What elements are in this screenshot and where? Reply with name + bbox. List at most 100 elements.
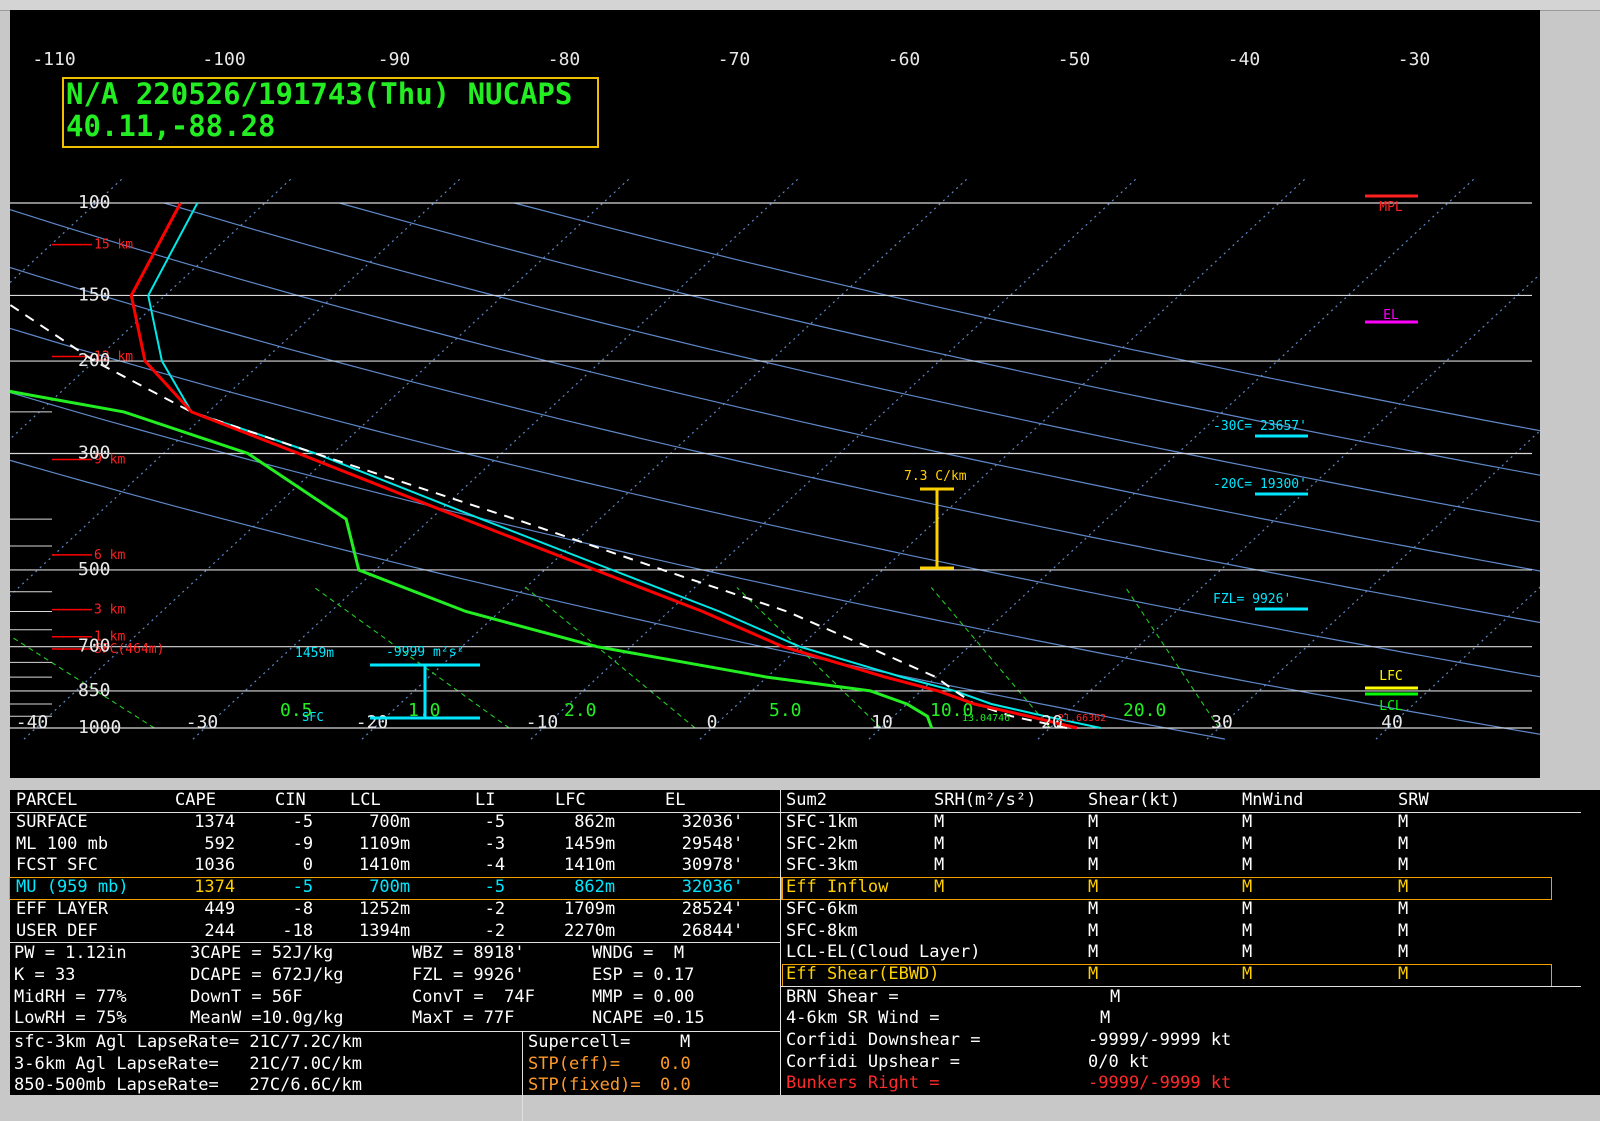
kinematic-extra-value: M: [1110, 986, 1121, 1007]
isotherm-line: [192, 178, 799, 740]
lapse-rate: 3-6km Agl LapseRate= 21C/7.0C/km: [14, 1053, 362, 1074]
virtual-temperature-profile: [147, 202, 1101, 729]
pressure-label: 150: [78, 284, 111, 305]
parcel-cell: 28524': [681, 898, 744, 919]
parcel-cell: -5: [292, 812, 314, 832]
parcel-cell: -2: [484, 898, 506, 919]
thermo-index: 3CAPE = 52J/kg: [190, 943, 334, 964]
kinematic-cell: M: [934, 833, 945, 854]
isotherm-line: [868, 178, 1475, 740]
lapse-rate: 850-500mb LapseRate= 27C/6.6C/km: [14, 1075, 362, 1096]
temperature-top-label: -80: [548, 49, 581, 70]
thermo-index: K = 33: [14, 964, 76, 985]
surface-dewpoint-label: 13.04746: [962, 713, 1010, 724]
kinematic-cell: SFC-8km: [786, 920, 858, 941]
thermo-index: DCAPE = 672J/kg: [190, 964, 344, 985]
kinematic-cell: M: [1242, 920, 1253, 941]
header-box: N/A 220526/191743(Thu) NUCAPS 40.11,-88.…: [62, 77, 599, 148]
divider: [780, 790, 781, 1095]
level-marker-label: -30C= 23657': [1213, 419, 1307, 434]
parcel-cell: FCST SFC: [16, 855, 98, 876]
kinematic-cell: M: [934, 812, 945, 832]
dry-adiabat-line: [10, 266, 1540, 624]
parcel-cell: 1410m: [359, 855, 411, 876]
parcel-cell: USER DEF: [16, 920, 98, 941]
isotherm-line: [1375, 586, 1540, 740]
kinematic-extra-value: -9999/-9999 kt: [1088, 1030, 1232, 1050]
parcel-cell: 862m: [574, 812, 616, 832]
parcel-cell: 29548': [681, 833, 744, 854]
header-line-1: N/A 220526/191743(Thu) NUCAPS: [66, 77, 572, 111]
thermo-index: LowRH = 75%: [14, 1008, 127, 1029]
parcel-header: LCL: [350, 790, 381, 810]
temperature-bottom-label: 10: [871, 712, 893, 733]
parcel-cell: -4: [484, 855, 506, 876]
parcel-cell: 244: [204, 920, 236, 941]
lapse-rate-bracket: 7.3 C/km: [904, 469, 967, 570]
level-marker-label: MPL: [1379, 200, 1403, 215]
parcel-cell: 30978': [681, 855, 744, 876]
kinematic-cell: M: [1398, 942, 1409, 963]
temperature-top-label: -30: [1398, 49, 1431, 70]
temperature-top-label: -40: [1228, 49, 1261, 70]
kinematic-cell: M: [1398, 898, 1409, 919]
kinematic-cell: SFC-1km: [786, 812, 858, 832]
mixing-ratio-line: [10, 635, 155, 729]
highlight-row: [782, 877, 1552, 901]
severe-param-label: Supercell=: [528, 1032, 631, 1052]
thermo-index: ConvT = 74F: [412, 986, 535, 1007]
kinematic-extra-value: 0/0 kt: [1088, 1051, 1150, 1072]
parcel-cell: -2: [484, 920, 506, 941]
thermo-index: MaxT = 77F: [412, 1008, 515, 1029]
header-line-2: 40.11,-88.28: [66, 109, 276, 143]
parcel-header: CIN: [275, 790, 306, 810]
kinematic-extra-label: BRN Shear =: [786, 986, 899, 1007]
mixing-ratio-label: 2.0: [564, 700, 597, 721]
pressure-label: 700: [78, 636, 111, 657]
highlight-row: [782, 963, 1552, 987]
kinematic-cell: M: [1088, 898, 1099, 919]
divider: [781, 985, 1581, 987]
isotherm-line: [1206, 429, 1540, 740]
kinematic-cell: SFC-6km: [786, 898, 858, 919]
kinematic-cell: M: [1242, 942, 1253, 963]
parcel-cell: 26844': [681, 920, 744, 941]
isotherm-line: [530, 178, 1137, 740]
kinematic-cell: M: [1242, 855, 1253, 876]
parcel-cell: -9: [292, 833, 314, 854]
thermo-index: PW = 1.12in: [14, 943, 127, 964]
temperature-bottom-label: -40: [16, 712, 49, 733]
kinematic-cell: M: [1088, 942, 1099, 963]
pressure-label: 850: [78, 680, 111, 701]
severe-param-value: 0.0: [660, 1075, 691, 1096]
divider: [781, 812, 1581, 813]
temperature-top-label: -70: [718, 49, 751, 70]
thermo-index: NCAPE =0.15: [592, 1008, 705, 1029]
severe-param-value: 0.0: [660, 1053, 691, 1074]
kinematic-extra-label: 4-6km SR Wind =: [786, 1008, 940, 1029]
thermo-index: WBZ = 8918': [412, 943, 525, 964]
kinematic-cell: M: [1088, 920, 1099, 941]
axis-labels: 1001502003005007008501000-110 -100 -90 -80-…: [16, 49, 1431, 738]
kinematic-cell: M: [1242, 812, 1253, 832]
parcel-cell: 32036': [681, 812, 744, 832]
pressure-label: 500: [78, 559, 111, 580]
level-marker-label: -20C= 19300': [1213, 477, 1307, 492]
temperature-top-label: -100: [202, 49, 245, 70]
kinematic-extra-value: M: [1100, 1008, 1111, 1029]
height-label: 15 km: [94, 238, 133, 253]
parcel-cell: -3: [484, 833, 506, 854]
thermo-index: MMP = 0.00: [592, 986, 695, 1007]
kinematic-header: SRH(m²/s²): [934, 790, 1037, 810]
severe-param-label: STP(fixed)=: [528, 1075, 641, 1096]
pressure-label: 300: [78, 442, 111, 463]
thermo-index: ESP = 0.17: [592, 964, 695, 985]
mixing-ratio-lines: 0.51.02.05.010.020.0: [10, 587, 1220, 729]
mixing-ratio-label: 5.0: [769, 700, 802, 721]
parcel-cell: -18: [282, 920, 314, 941]
thermo-index: MidRH = 77%: [14, 986, 127, 1007]
temperature-bottom-label: 30: [1211, 712, 1233, 733]
temperature-bottom-label: -30: [186, 712, 219, 733]
temperature-bottom-label: -20: [356, 712, 389, 733]
parcel-cell: ML 100 mb: [16, 833, 109, 854]
